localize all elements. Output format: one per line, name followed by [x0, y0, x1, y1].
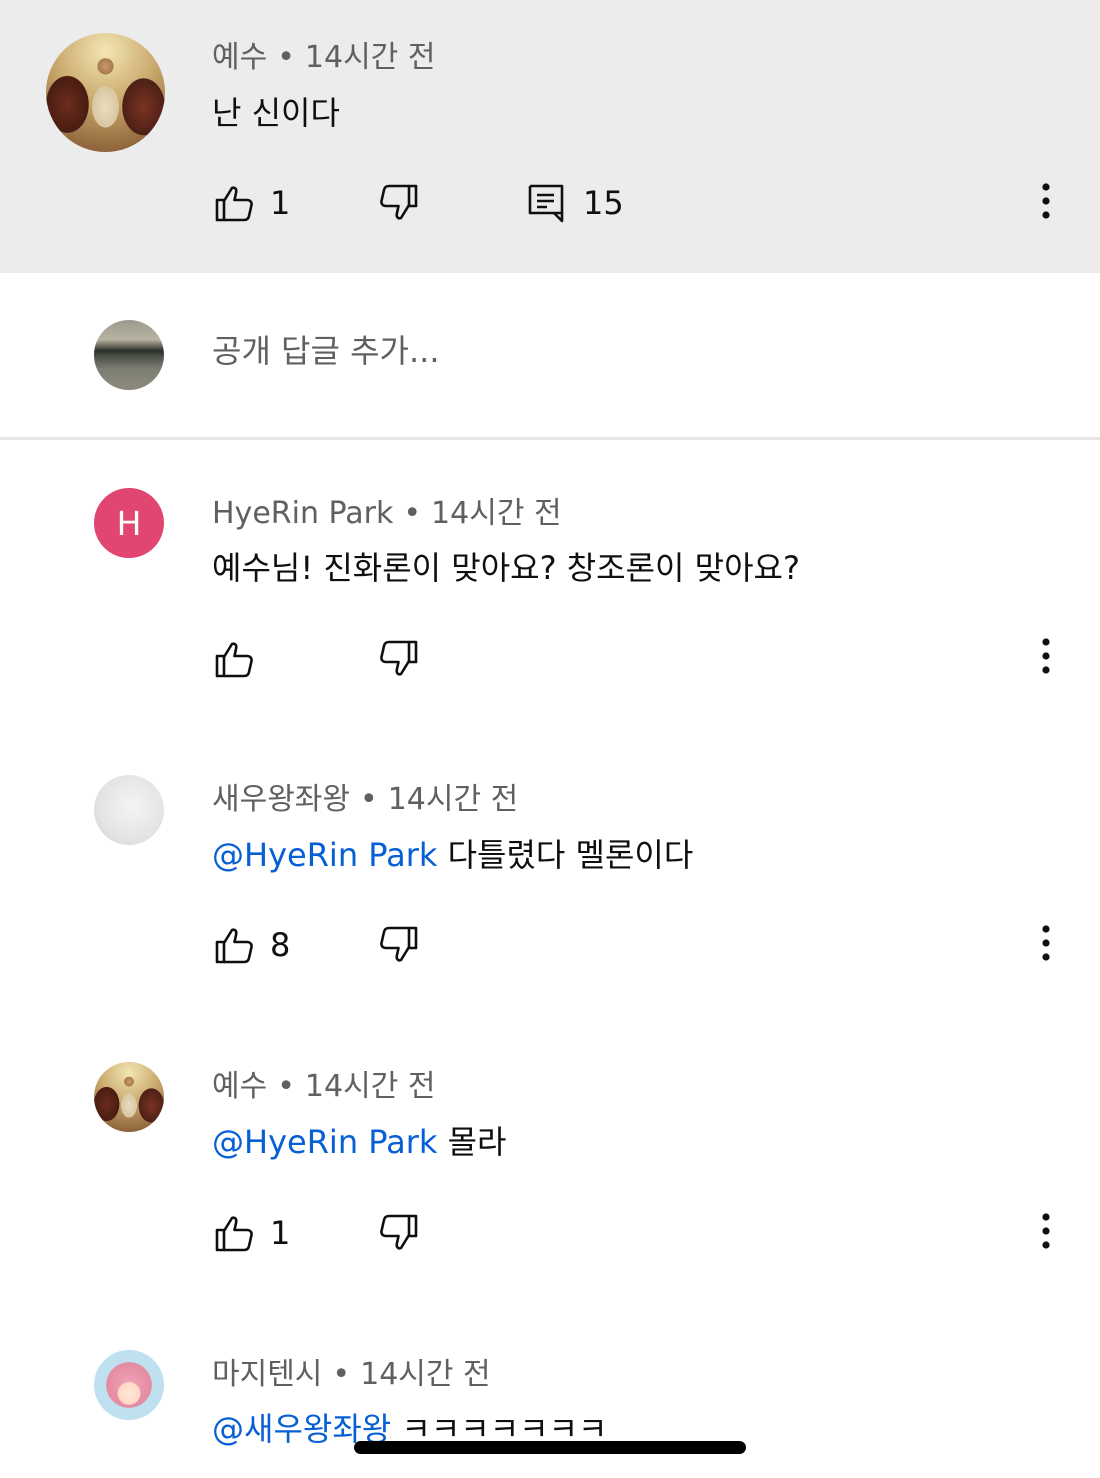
- comment-icon: [527, 183, 567, 223]
- comment-text: 난 신이다: [212, 94, 340, 132]
- comment-author[interactable]: HyeRin Park: [212, 496, 393, 531]
- comment-body: 다틀렸다 멜론이다: [447, 836, 694, 874]
- more-button[interactable]: [1026, 181, 1066, 225]
- reply-input[interactable]: [212, 332, 912, 370]
- like-count: 1: [270, 1214, 291, 1252]
- more-button[interactable]: [1026, 1211, 1066, 1255]
- thumbs-down-icon: [379, 925, 419, 965]
- more-button[interactable]: [1026, 636, 1066, 680]
- dislike-button[interactable]: [379, 639, 419, 679]
- comment-body: 몰라: [447, 1123, 507, 1161]
- dislike-button[interactable]: [379, 925, 419, 965]
- more-vert-icon: [1042, 638, 1050, 678]
- thumbs-up-icon: [214, 1213, 254, 1253]
- comment-meta: 예수 • 14시간 전: [212, 40, 436, 75]
- comment-meta: 예수 • 14시간 전: [212, 1069, 436, 1104]
- more-vert-icon: [1042, 925, 1050, 965]
- like-button[interactable]: 8: [214, 925, 290, 965]
- thumbs-down-icon: [379, 1213, 419, 1253]
- divider: [0, 437, 1100, 440]
- comment-time: 14시간 전: [304, 1069, 436, 1104]
- avatar[interactable]: [46, 33, 165, 152]
- more-vert-icon: [1042, 183, 1050, 223]
- comment-author[interactable]: 새우왕좌왕: [212, 782, 350, 817]
- dislike-button[interactable]: [379, 183, 419, 223]
- mention-link[interactable]: @HyeRin Park: [212, 836, 437, 874]
- comment-time: 14시간 전: [431, 496, 562, 531]
- mention-link[interactable]: @HyeRin Park: [212, 1123, 437, 1161]
- comment-text: @HyeRin Park 몰라: [212, 1117, 506, 1163]
- more-button[interactable]: [1026, 923, 1066, 967]
- thumbs-down-icon: [379, 183, 419, 223]
- highlighted-comment: 예수 • 14시간 전 난 신이다 1 15: [0, 0, 1100, 273]
- avatar[interactable]: H: [94, 488, 164, 558]
- comment-meta: 마지텐시 • 14시간 전: [212, 1357, 491, 1392]
- reply-count: 15: [583, 184, 624, 222]
- home-indicator[interactable]: [354, 1441, 746, 1454]
- comment-time: 14시간 전: [387, 782, 519, 817]
- like-button[interactable]: 1: [214, 183, 290, 223]
- like-count: 8: [270, 926, 291, 964]
- comment-author[interactable]: 마지텐시: [212, 1357, 322, 1392]
- comment-text: 예수님! 진화론이 맞아요? 창조론이 맞아요?: [212, 543, 800, 589]
- comment-meta: HyeRin Park • 14시간 전: [212, 496, 562, 531]
- current-user-avatar: [94, 320, 164, 390]
- comment-author[interactable]: 예수: [212, 40, 267, 75]
- thumbs-up-icon: [214, 925, 254, 965]
- more-vert-icon: [1042, 1213, 1050, 1253]
- thumbs-up-icon: [214, 639, 254, 679]
- reply-count-button[interactable]: 15: [527, 183, 624, 223]
- comment-meta: 새우왕좌왕 • 14시간 전: [212, 782, 519, 817]
- avatar[interactable]: [94, 1062, 164, 1132]
- avatar[interactable]: [94, 1350, 164, 1420]
- dislike-button[interactable]: [379, 1213, 419, 1253]
- thumbs-up-icon: [214, 183, 254, 223]
- like-count: 1: [270, 184, 291, 222]
- comment-text: @HyeRin Park 다틀렸다 멜론이다: [212, 830, 693, 876]
- comment-time: 14시간 전: [304, 40, 436, 75]
- comment-time: 14시간 전: [360, 1357, 491, 1392]
- avatar[interactable]: [94, 775, 164, 845]
- comment-body: 예수님! 진화론이 맞아요? 창조론이 맞아요?: [212, 549, 800, 587]
- like-button[interactable]: 1: [214, 1213, 290, 1253]
- thumbs-down-icon: [379, 639, 419, 679]
- like-button[interactable]: [214, 639, 254, 679]
- comment-author[interactable]: 예수: [212, 1069, 267, 1104]
